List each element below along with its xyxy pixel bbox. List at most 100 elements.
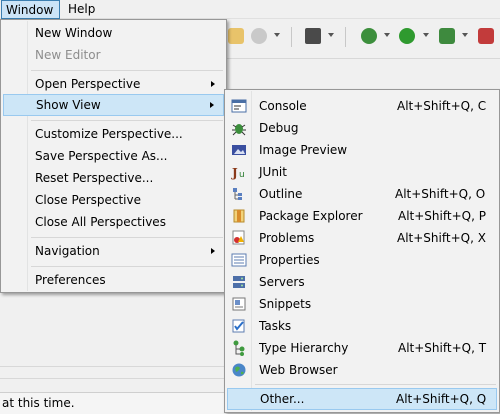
menu-item-label: Close Perspective — [35, 193, 142, 207]
menu-item-new-editor[interactable]: New Editor — [3, 44, 224, 66]
view-item-debug[interactable]: Debug — [227, 117, 497, 139]
view-item-junit[interactable]: Ju JUnit — [227, 161, 497, 183]
toolbar-separator — [291, 27, 292, 47]
divider — [0, 366, 230, 367]
shortcut-label: Alt+Shift+Q, O — [395, 187, 486, 201]
debug-icon — [231, 120, 247, 136]
menu-item-show-view[interactable]: Show View — [3, 94, 224, 116]
view-item-label: Image Preview — [259, 143, 348, 157]
menu-item-save-perspective-as[interactable]: Save Perspective As... — [3, 145, 224, 167]
globe-dropdown-icon[interactable] — [274, 33, 280, 37]
servers-icon — [231, 274, 247, 290]
view-item-label: Outline — [259, 187, 303, 201]
view-item-other[interactable]: Other... Alt+Shift+Q, Q — [227, 388, 497, 410]
shortcut-label: Alt+Shift+Q, C — [397, 99, 487, 113]
view-item-package-explorer[interactable]: Package Explorer Alt+Shift+Q, P — [227, 205, 497, 227]
svg-text:u: u — [239, 170, 245, 180]
view-item-label: Type Hierarchy — [259, 341, 349, 355]
web-browser-icon — [231, 362, 247, 378]
menubar: Window Help — [0, 0, 500, 19]
globe-icon[interactable] — [251, 28, 267, 44]
svg-text:J: J — [231, 166, 238, 180]
view-item-label: Properties — [259, 253, 320, 267]
divider — [0, 378, 230, 379]
package-explorer-icon — [231, 208, 247, 224]
view-item-outline[interactable]: Outline Alt+Shift+Q, O — [227, 183, 497, 205]
view-item-type-hierarchy[interactable]: Type Hierarchy Alt+Shift+Q, T — [227, 337, 497, 359]
properties-icon — [231, 252, 247, 268]
view-item-label: Other... — [260, 392, 305, 406]
submenu-arrow-icon — [211, 248, 215, 254]
menu-item-customize-perspective[interactable]: Customize Perspective... — [3, 123, 224, 145]
menu-window[interactable]: Window — [1, 0, 60, 19]
submenu-arrow-icon — [210, 102, 214, 108]
menu-item-label: Customize Perspective... — [35, 127, 183, 141]
menu-item-close-all-perspectives[interactable]: Close All Perspectives — [3, 211, 224, 233]
menu-item-preferences[interactable]: Preferences — [3, 269, 224, 291]
new-package-icon[interactable] — [228, 28, 244, 44]
menu-item-open-perspective[interactable]: Open Perspective — [3, 73, 224, 95]
menu-item-label: Navigation — [35, 244, 100, 258]
view-item-servers[interactable]: Servers — [227, 271, 497, 293]
view-item-label: Servers — [259, 275, 305, 289]
type-hierarchy-icon — [231, 340, 247, 356]
console-icon — [231, 98, 247, 114]
menu-item-close-perspective[interactable]: Close Perspective — [3, 189, 224, 211]
junit-icon: Ju — [231, 164, 247, 180]
view-item-label: Snippets — [259, 297, 312, 311]
menu-separator — [31, 237, 223, 238]
view-item-label: Console — [259, 99, 307, 113]
menu-item-new-window[interactable]: New Window — [3, 22, 224, 44]
camera-dropdown-icon[interactable] — [328, 33, 334, 37]
view-item-problems[interactable]: Problems Alt+Shift+Q, X — [227, 227, 497, 249]
menu-item-label: New Editor — [35, 48, 101, 62]
stop-server-icon[interactable] — [478, 28, 494, 44]
toolbar-separator — [345, 27, 346, 47]
menu-item-label: Close All Perspectives — [35, 215, 166, 229]
shortcut-label: Alt+Shift+Q, T — [398, 341, 487, 355]
view-item-image-preview[interactable]: Image Preview — [227, 139, 497, 161]
view-item-snippets[interactable]: Snippets — [227, 293, 497, 315]
problems-icon — [231, 230, 247, 246]
menu-item-label: Show View — [36, 98, 101, 112]
menu-item-label: Save Perspective As... — [35, 149, 168, 163]
snippets-icon — [231, 296, 247, 312]
image-preview-icon — [231, 142, 247, 158]
run-icon[interactable] — [399, 28, 415, 44]
view-item-console[interactable]: Console Alt+Shift+Q, C — [227, 95, 497, 117]
submenu-arrow-icon — [211, 81, 215, 87]
debug-dropdown-icon[interactable] — [384, 33, 390, 37]
view-item-label: Web Browser — [259, 363, 338, 377]
tasks-icon — [231, 318, 247, 334]
shortcut-label: Alt+Shift+Q, X — [397, 231, 486, 245]
view-item-label: Problems — [259, 231, 315, 245]
menu-separator — [31, 266, 223, 267]
view-item-label: Debug — [259, 121, 299, 135]
view-item-label: Package Explorer — [259, 209, 363, 223]
menu-help[interactable]: Help — [64, 0, 99, 19]
view-item-tasks[interactable]: Tasks — [227, 315, 497, 337]
external-tools-dropdown-icon[interactable] — [462, 33, 468, 37]
view-item-properties[interactable]: Properties — [227, 249, 497, 271]
window-menu: New Window New Editor Open Perspective S… — [0, 19, 227, 293]
menu-item-navigation[interactable]: Navigation — [3, 240, 224, 262]
menu-item-label: Open Perspective — [35, 77, 141, 91]
camera-icon[interactable] — [305, 28, 321, 44]
menu-separator — [31, 120, 223, 121]
external-tools-icon[interactable] — [439, 28, 455, 44]
menu-item-reset-perspective[interactable]: Reset Perspective... — [3, 167, 224, 189]
menu-item-label: New Window — [35, 26, 113, 40]
menu-item-label: Preferences — [35, 273, 106, 287]
menu-separator — [255, 384, 496, 385]
debug-icon[interactable] — [361, 28, 377, 44]
menu-item-label: Reset Perspective... — [35, 171, 154, 185]
shortcut-label: Alt+Shift+Q, Q — [396, 392, 487, 406]
show-view-submenu: Console Alt+Shift+Q, C Debug Image Previ… — [224, 89, 500, 413]
menu-separator — [31, 70, 223, 71]
view-item-web-browser[interactable]: Web Browser — [227, 359, 497, 381]
status-text: at this time. — [2, 396, 75, 410]
outline-icon — [231, 186, 247, 202]
run-dropdown-icon[interactable] — [423, 33, 429, 37]
shortcut-label: Alt+Shift+Q, P — [398, 209, 486, 223]
view-item-label: JUnit — [259, 165, 287, 179]
